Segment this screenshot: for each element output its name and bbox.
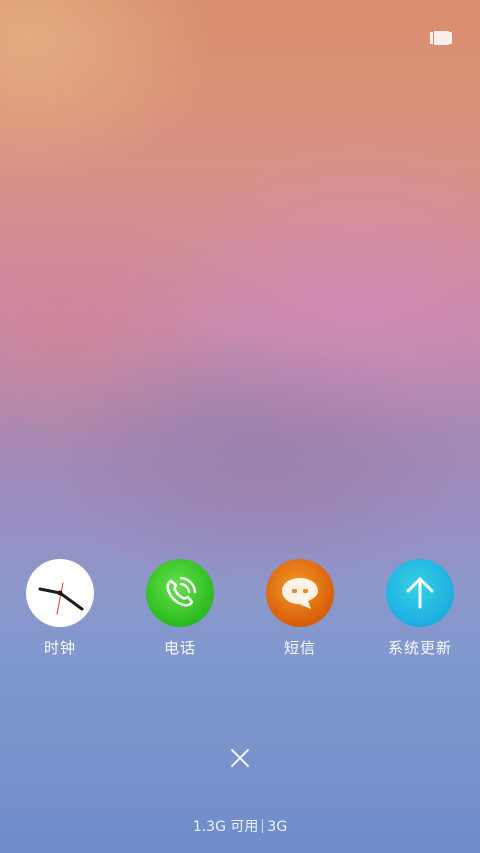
memory-total: 3G	[267, 819, 288, 835]
recents-layout-icon	[433, 31, 449, 45]
recents-toggle-button[interactable]	[430, 30, 452, 46]
app-phone[interactable]: 电话	[120, 559, 240, 658]
phone-icon	[146, 559, 214, 627]
app-label-clock: 时钟	[43, 639, 76, 657]
app-label-phone: 电话	[163, 639, 196, 657]
memory-divider	[262, 819, 264, 833]
app-label-sms: 短信	[283, 639, 316, 657]
app-clock[interactable]: 时钟	[0, 559, 120, 658]
close-icon	[231, 749, 249, 767]
app-label-system-update: 系统更新	[387, 639, 452, 657]
recents-layout-icon-right	[449, 32, 452, 44]
message-icon	[266, 559, 334, 627]
clock-icon	[26, 559, 94, 627]
memory-available: 1.3G 可用	[192, 819, 259, 835]
arrow-up-icon	[386, 559, 454, 627]
clear-all-button[interactable]	[226, 744, 254, 772]
app-sms[interactable]: 短信	[240, 559, 360, 658]
app-system-update[interactable]: 系统更新	[360, 559, 480, 658]
memory-status: 1.3G 可用 3G	[0, 816, 480, 836]
recent-apps-row: 时钟 电话 短信 系统更新	[0, 559, 480, 669]
